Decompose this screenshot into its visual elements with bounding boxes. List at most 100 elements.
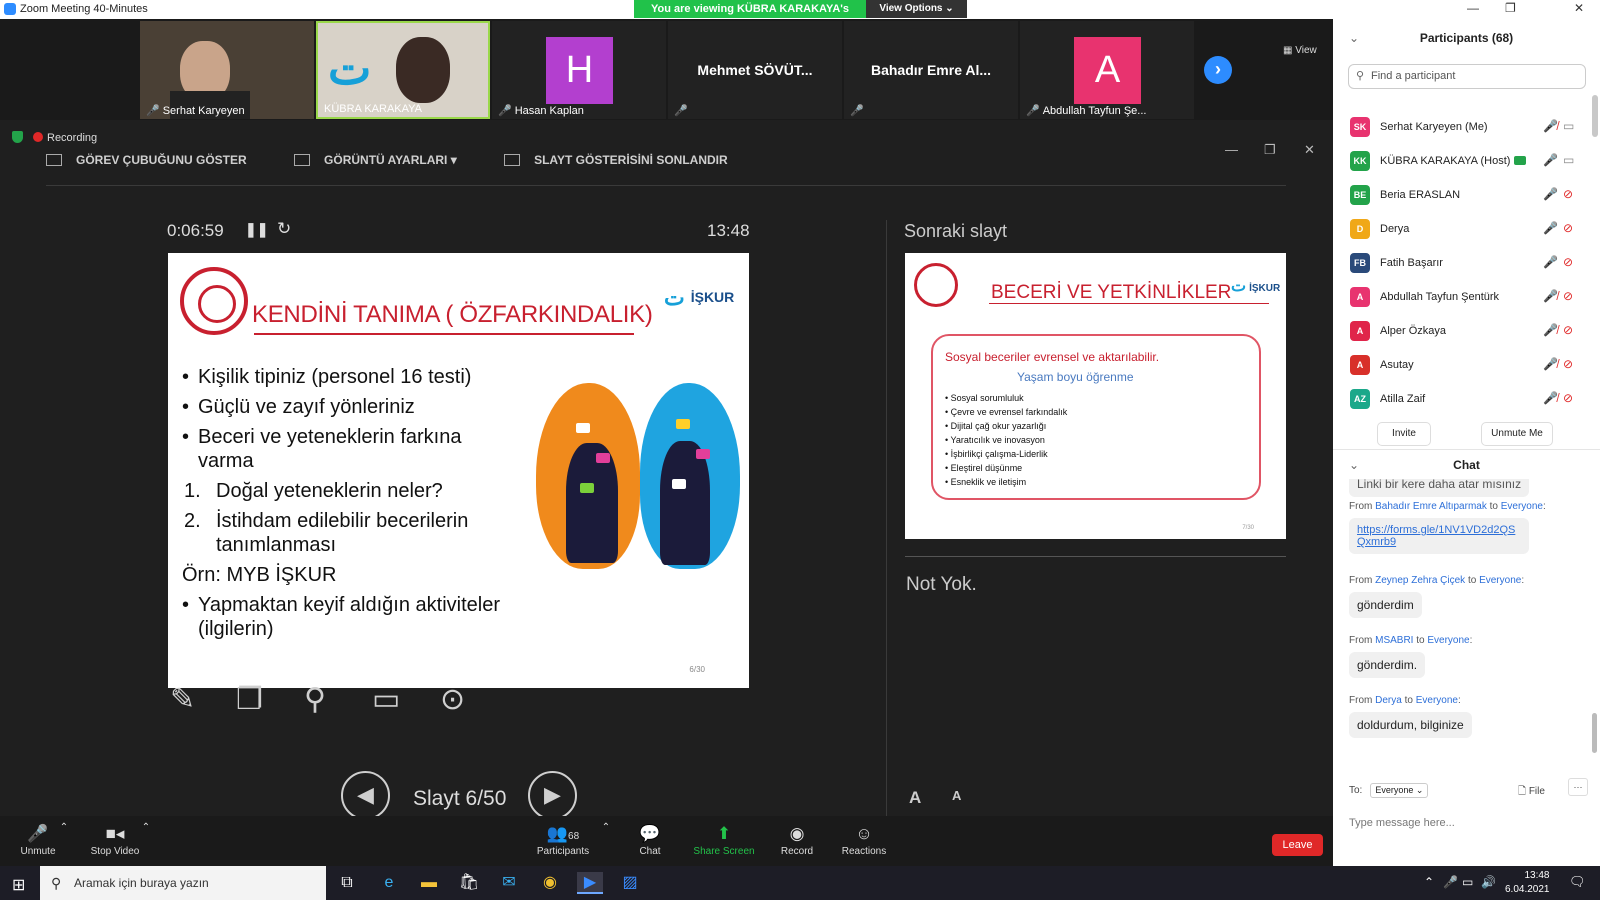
participant-row[interactable]: FB Fatih Başarır 🎤 ⊘ — [1333, 246, 1600, 280]
reactions-button[interactable]: ☺ Reactions — [832, 822, 896, 857]
iskur-logo-mark: ت — [1231, 278, 1247, 295]
black-screen-button[interactable]: ▭ — [372, 682, 400, 717]
send-file-button[interactable]: 🗋 File — [1518, 784, 1545, 801]
windows-start-icon[interactable]: ⊞ — [12, 875, 25, 895]
current-slide[interactable]: KENDİNİ TANIMA ( ÖZFARKINDALIK) تİŞKUR K… — [168, 253, 749, 688]
participant-row[interactable]: A Alper Özkaya 🎤̸ ⊘ — [1333, 314, 1600, 348]
illustration-icon-chip — [672, 479, 686, 489]
next-slide-item: İşbirlikçi çalışma-Liderlik — [945, 447, 1067, 461]
store-icon[interactable]: 🛍 — [456, 872, 482, 894]
taskbar-clock[interactable]: 13:48 6.04.2021 — [1505, 869, 1550, 897]
video-tile-name: KÜBRA KARAKAYA — [324, 103, 423, 115]
chat-recipient-select[interactable]: Everyone ⌄ — [1370, 783, 1429, 798]
find-participant-input[interactable]: ⚲ Find a participant — [1348, 64, 1586, 89]
video-tile-kubra[interactable]: ت KÜBRA KARAKAYA — [316, 21, 490, 119]
show-taskbar-button[interactable]: GÖREV ÇUBUĞUNU GÖSTER — [46, 153, 247, 167]
participants-scrollbar[interactable] — [1592, 95, 1598, 137]
leave-meeting-button[interactable]: Leave — [1272, 834, 1323, 856]
restart-timer-button[interactable]: ↻ — [277, 219, 291, 239]
slide-page-number: 6/30 — [689, 665, 705, 674]
close-window-button[interactable]: ✕ — [1574, 1, 1584, 15]
record-button[interactable]: ◉ Record — [765, 822, 829, 857]
next-slide-preview[interactable]: BECERİ VE YETKİNLİKLER ت İŞKUR Sosyal bec… — [905, 253, 1286, 539]
chat-button[interactable]: 💬 Chat — [618, 822, 682, 857]
network-icon[interactable]: ▭ — [1462, 875, 1473, 889]
illustration-icon-chip — [576, 423, 590, 433]
pen-tool-button[interactable]: ✎ — [170, 682, 195, 717]
video-tile-name: 🎤 Serhat Karyeyen — [146, 105, 245, 117]
previous-slide-button[interactable]: ◀ — [341, 771, 390, 820]
ministry-seal-logo — [180, 267, 248, 335]
mic-muted-icon: 🎤 — [674, 105, 688, 117]
presenter-minimize-button[interactable]: — — [1225, 142, 1238, 157]
zoom-slide-button[interactable]: ⚲ — [304, 682, 326, 717]
edge-browser-icon[interactable]: e — [376, 872, 402, 894]
increase-font-button[interactable]: A — [909, 788, 921, 808]
side-panel: ⌄ Participants (68) ⚲ Find a participant S… — [1333, 19, 1600, 866]
participant-row[interactable]: BE Beria ERASLAN 🎤 ⊘ — [1333, 178, 1600, 212]
end-slideshow-button[interactable]: SLAYT GÖSTERİSİNİ SONLANDIR — [504, 153, 728, 167]
chrome-icon[interactable]: ◉ — [537, 872, 563, 894]
video-tile-serhat[interactable]: 🎤 Serhat Karyeyen — [140, 21, 314, 119]
slide-bullet: Beceri ve yeteneklerin farkına varma — [182, 425, 482, 473]
video-tile-hasan[interactable]: H 🎤 Hasan Kaplan — [492, 21, 666, 119]
pause-timer-button[interactable]: ❚❚ — [245, 221, 268, 238]
display-settings-button[interactable]: GÖRÜNTÜ AYARLARI ▾ — [294, 153, 457, 167]
mic-icon: 🎤 — [1543, 255, 1558, 269]
volume-icon[interactable]: 🔊 — [1481, 875, 1496, 889]
mic-muted-icon: 🎤̸ — [1543, 289, 1558, 303]
chat-message-sender: From Bahadır Emre Altıparmak to Everyone… — [1349, 501, 1546, 512]
camera-off-icon: ⊘ — [1563, 289, 1574, 303]
zoom-taskbar-icon[interactable]: ▶ — [577, 872, 603, 894]
chat-message-input[interactable]: Type message here... — [1349, 817, 1455, 829]
collapse-chevron-icon[interactable]: ⌄ — [1349, 450, 1359, 480]
avatar: SK — [1350, 117, 1370, 137]
chat-link[interactable]: https://forms.gle/1NV1VD2d2QSQxmrb9 — [1357, 524, 1515, 548]
video-options-caret[interactable]: ⌃ — [116, 822, 176, 833]
chat-bubble-icon: 💬 — [639, 824, 661, 843]
notifications-icon[interactable]: 🗨 — [1569, 874, 1586, 890]
presenter-restore-button[interactable]: ❐ — [1264, 142, 1276, 158]
video-gallery-strip: 🎤 Serhat Karyeyen ت KÜBRA KARAKAYA H 🎤 Has… — [0, 19, 1333, 120]
view-button[interactable]: ▦ View — [1283, 45, 1317, 56]
photos-icon[interactable]: ▨ — [617, 872, 643, 894]
participant-row[interactable]: A Asutay 🎤̸ ⊘ — [1333, 348, 1600, 382]
video-tile-bahadir[interactable]: Bahadır Emre Al... 🎤 — [844, 21, 1018, 119]
invite-button[interactable]: Invite — [1377, 422, 1431, 446]
next-slide-button[interactable]: ▶ — [528, 771, 577, 820]
share-screen-button[interactable]: ⬆ Share Screen — [692, 822, 756, 857]
restore-window-button[interactable]: ❐ — [1505, 1, 1516, 15]
chat-more-button[interactable]: ··· — [1568, 778, 1588, 796]
microphone-tray-icon[interactable]: 🎤 — [1443, 875, 1458, 889]
share-screen-icon: ⬆ — [716, 824, 732, 843]
video-tile-mehmet[interactable]: Mehmet SÖVÜT... 🎤 — [668, 21, 842, 119]
participant-row[interactable]: A Abdullah Tayfun Şentürk 🎤̸ ⊘ — [1333, 280, 1600, 314]
chat-scrollbar[interactable] — [1592, 713, 1597, 753]
chat-messages: Linki bir kere daha atar mısınız From Ba… — [1333, 479, 1600, 767]
taskbar-search-input[interactable]: ⚲ Aramak için buraya yazın — [40, 866, 326, 900]
mic-muted-icon: 🎤 — [1026, 105, 1040, 117]
view-options-button[interactable]: View Options ⌄ — [866, 0, 967, 18]
participant-name: Fatih Başarır — [1380, 257, 1443, 269]
participant-row[interactable]: D Derya 🎤 ⊘ — [1333, 212, 1600, 246]
participant-row[interactable]: AZ Atilla Zaif 🎤̸ ⊘ — [1333, 382, 1600, 416]
decrease-font-button[interactable]: A — [952, 788, 961, 803]
gallery-next-page-button[interactable]: › — [1204, 56, 1232, 84]
see-all-slides-button[interactable]: ❐ — [236, 682, 263, 717]
unmute-me-button[interactable]: Unmute Me — [1481, 422, 1553, 446]
file-explorer-icon[interactable]: ▬ — [416, 872, 442, 894]
slide-numbered-item: 2. İstihdam edilebilir becerilerin tanıml… — [184, 510, 469, 556]
record-icon: ◉ — [789, 824, 805, 843]
minimize-window-button[interactable]: — — [1467, 1, 1479, 15]
chat-message-sender: From MSABRI to Everyone: — [1349, 635, 1473, 646]
more-options-button[interactable]: ⊙ — [440, 682, 465, 717]
mail-icon[interactable]: ✉ — [496, 872, 522, 894]
presenter-close-button[interactable]: ✕ — [1304, 142, 1315, 158]
participant-row[interactable]: SK Serhat Karyeyen (Me) 🎤̸ ▭ — [1333, 110, 1600, 144]
show-hidden-icons-chevron[interactable]: ⌃ — [1424, 875, 1434, 889]
video-tile-abdullah[interactable]: A 🎤 Abdullah Tayfun Şe... — [1020, 21, 1194, 119]
collapse-chevron-icon[interactable]: ⌄ — [1349, 19, 1359, 57]
task-view-icon[interactable]: ⧉ — [334, 872, 360, 894]
divider — [886, 220, 887, 820]
participant-row[interactable]: KK KÜBRA KARAKAYA (Host) 🎤 ▭ — [1333, 144, 1600, 178]
